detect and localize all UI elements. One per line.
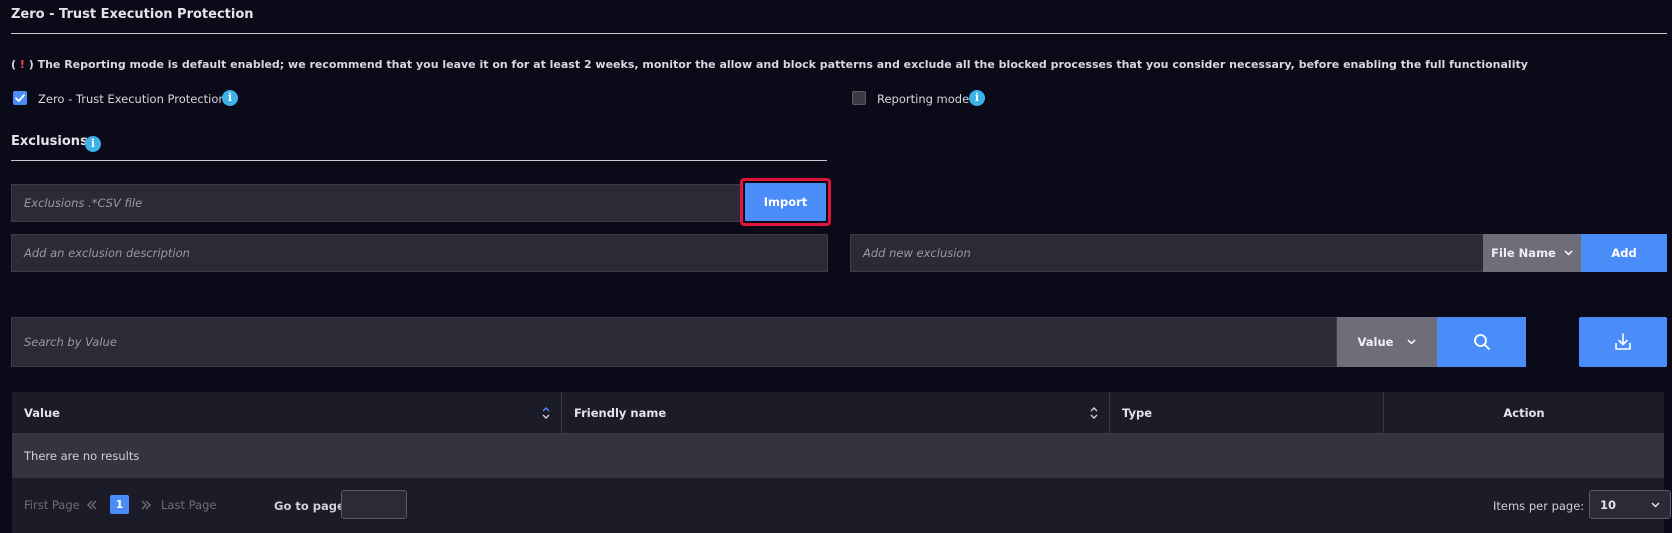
go-to-page-input[interactable] (341, 490, 407, 519)
exclusion-type-dropdown[interactable]: File Name (1483, 234, 1581, 272)
exclusions-divider (11, 160, 827, 161)
chevrons-left-icon[interactable] (86, 500, 98, 510)
reporting-mode-checkbox[interactable] (852, 91, 866, 105)
info-icon[interactable]: i (969, 90, 985, 106)
import-highlight: Import (740, 178, 831, 226)
go-to-page-label: Go to page: (274, 499, 350, 513)
exclusions-title: Exclusions (11, 134, 88, 149)
sort-icon (1090, 407, 1098, 419)
empty-results-row: There are no results (12, 434, 1664, 478)
first-page-link[interactable]: First Page (24, 498, 80, 512)
export-button[interactable] (1579, 317, 1667, 367)
info-icon[interactable]: i (85, 136, 101, 152)
add-exclusion-button[interactable]: Add (1581, 234, 1667, 272)
info-icon[interactable]: i (222, 90, 238, 106)
search-field-value: Value (1357, 335, 1394, 349)
column-action: Action (1503, 406, 1545, 420)
exclusion-type-value: File Name (1491, 246, 1556, 260)
last-page-link[interactable]: Last Page (161, 498, 216, 512)
items-per-page-label: Items per page: (1493, 499, 1585, 513)
items-per-page-select[interactable]: 10 (1589, 490, 1671, 519)
search-input[interactable]: Search by Value (11, 317, 1337, 367)
column-type: Type (1110, 392, 1384, 434)
items-per-page-value: 10 (1600, 497, 1617, 512)
page-title: Zero - Trust Execution Protection (11, 7, 254, 22)
chevrons-right-icon[interactable] (140, 500, 152, 510)
chevron-down-icon (1564, 250, 1573, 256)
table-header: Value Friendly name Type Action (12, 392, 1664, 434)
new-exclusion-input[interactable]: Add new exclusion (850, 234, 1484, 272)
chevron-down-icon (1407, 339, 1417, 345)
column-friendly-name[interactable]: Friendly name (562, 392, 1110, 434)
import-button[interactable]: Import (745, 183, 826, 221)
exclusion-description-input[interactable]: Add an exclusion description (11, 234, 828, 272)
pagination-bar: First Page 1 Last Page Go to page: Items… (12, 478, 1671, 533)
download-icon (1615, 333, 1631, 350)
chevron-down-icon (1651, 501, 1660, 508)
column-value[interactable]: Value (12, 392, 562, 434)
search-field-dropdown[interactable]: Value (1337, 317, 1437, 367)
search-button[interactable] (1437, 317, 1526, 367)
search-icon (1473, 334, 1490, 350)
current-page[interactable]: 1 (110, 495, 129, 514)
reporting-warning: ( ! ) The Reporting mode is default enab… (11, 58, 1528, 71)
check-icon (15, 94, 25, 102)
ztep-checkbox-label: Zero - Trust Execution Protection (38, 92, 226, 106)
title-divider (11, 33, 1667, 34)
sort-icon (542, 407, 550, 419)
ztep-checkbox[interactable] (13, 91, 27, 105)
csv-file-input[interactable]: Exclusions .*CSV file (11, 184, 741, 222)
reporting-mode-label: Reporting mode (877, 92, 970, 106)
